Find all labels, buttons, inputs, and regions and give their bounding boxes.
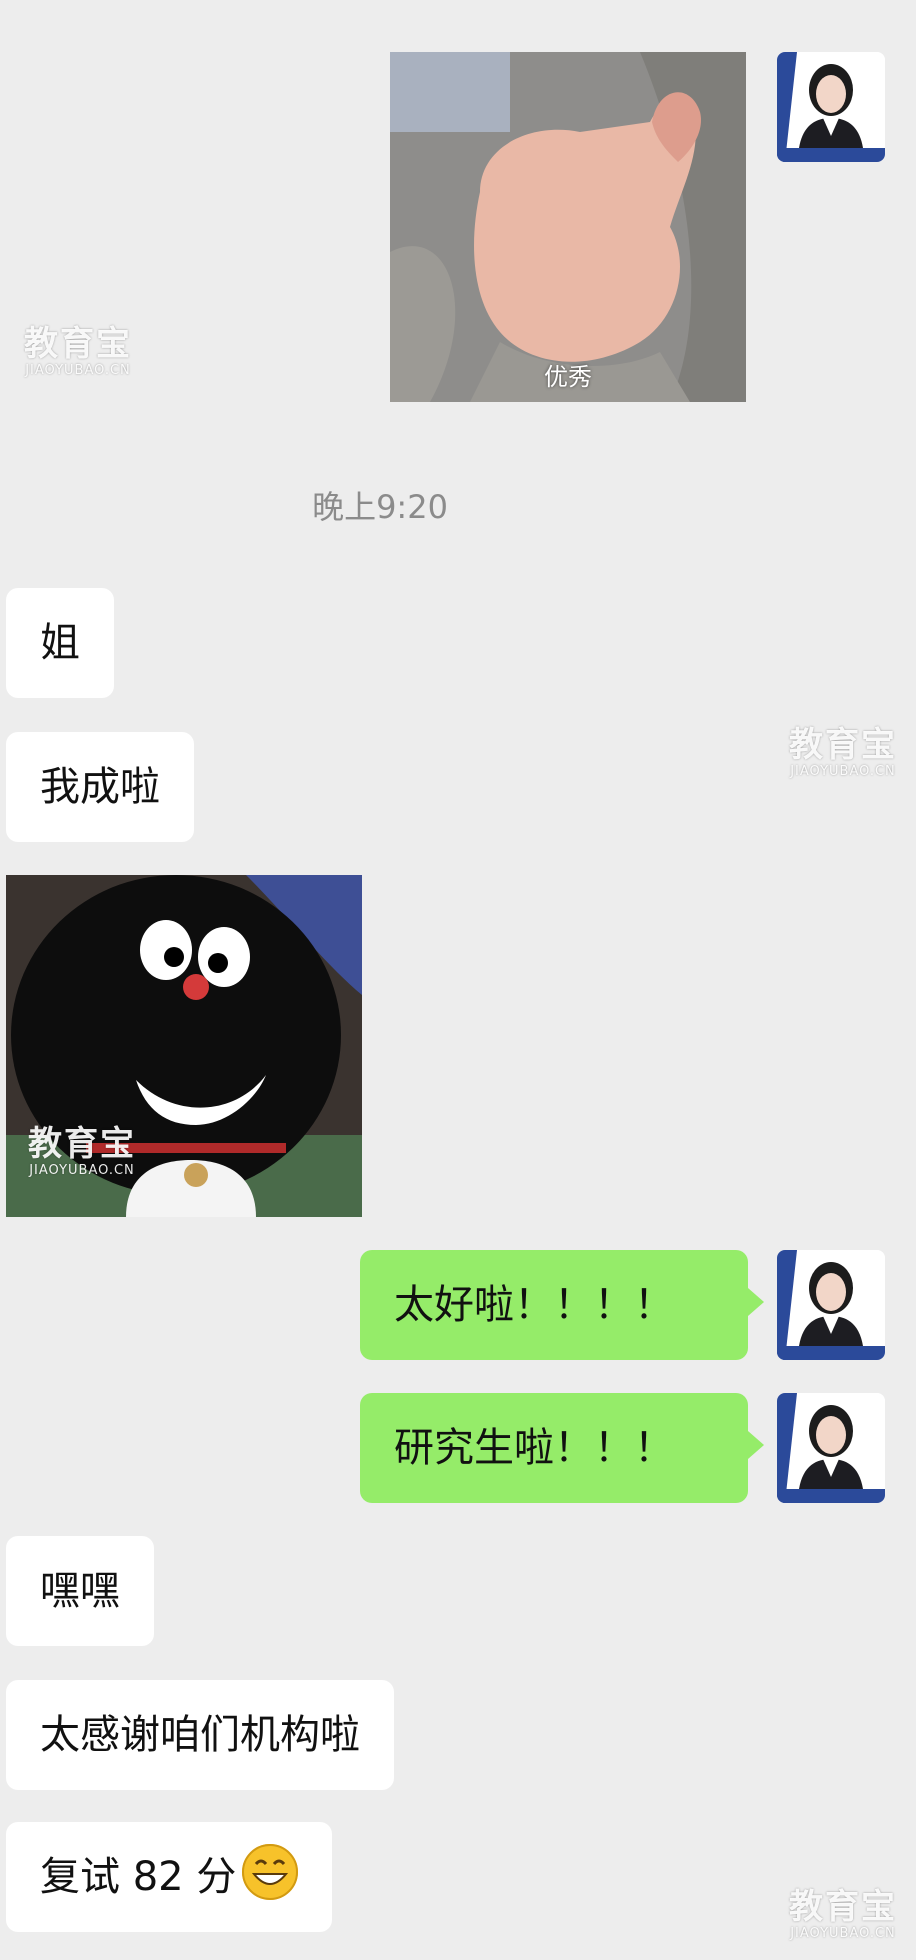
image-caption: 优秀: [544, 363, 592, 391]
grinning-face-emoji-icon: [242, 1844, 299, 1900]
user-avatar[interactable]: [777, 1250, 885, 1360]
watermark-brand: 教育宝: [789, 725, 897, 765]
watermark-brand: 教育宝: [24, 324, 132, 364]
thumbs-up-illustration: [390, 52, 746, 402]
avatar-portrait-icon: [777, 1393, 885, 1503]
watermark-brand: 教育宝: [789, 1887, 897, 1927]
user-avatar[interactable]: [777, 1393, 885, 1503]
watermark-url: JIAOYUBAO.CN: [790, 764, 896, 779]
outgoing-message-taihaola[interactable]: 太好啦！！！！: [360, 1250, 764, 1360]
watermark: 教育宝 JIAOYUBAO.CN: [12, 1125, 152, 1179]
watermark-url: JIAOYUBAO.CN: [29, 1163, 135, 1178]
score-text: 复试 82 分: [40, 1854, 237, 1900]
incoming-message-heihei[interactable]: 嘿嘿: [6, 1536, 154, 1646]
avatar-portrait-icon: [777, 1250, 885, 1360]
avatar-portrait-icon: [777, 52, 885, 162]
incoming-message-jie[interactable]: 姐: [6, 588, 114, 698]
watermark-url: JIAOYUBAO.CN: [25, 363, 131, 378]
thumbs-up-image[interactable]: 优秀: [390, 52, 746, 402]
doraemon-sticker-image[interactable]: 教育宝 JIAOYUBAO.CN: [6, 875, 362, 1217]
incoming-message-chenggong[interactable]: 我成啦: [6, 732, 194, 842]
watermark: 教育宝 JIAOYUBAO.CN: [783, 1888, 903, 1942]
outgoing-message-yanjiusheng[interactable]: 研究生啦！！！: [360, 1393, 764, 1503]
watermark: 教育宝 JIAOYUBAO.CN: [783, 726, 903, 780]
watermark-brand: 教育宝: [28, 1124, 136, 1164]
timestamp: 晚上9:20: [312, 488, 448, 526]
user-avatar[interactable]: [777, 52, 885, 162]
incoming-message-score[interactable]: 复试 82 分: [6, 1822, 333, 1932]
watermark-url: JIAOYUBAO.CN: [790, 1926, 896, 1941]
watermark: 教育宝 JIAOYUBAO.CN: [18, 325, 138, 379]
incoming-message-thanks[interactable]: 太感谢咱们机构啦: [6, 1680, 394, 1790]
